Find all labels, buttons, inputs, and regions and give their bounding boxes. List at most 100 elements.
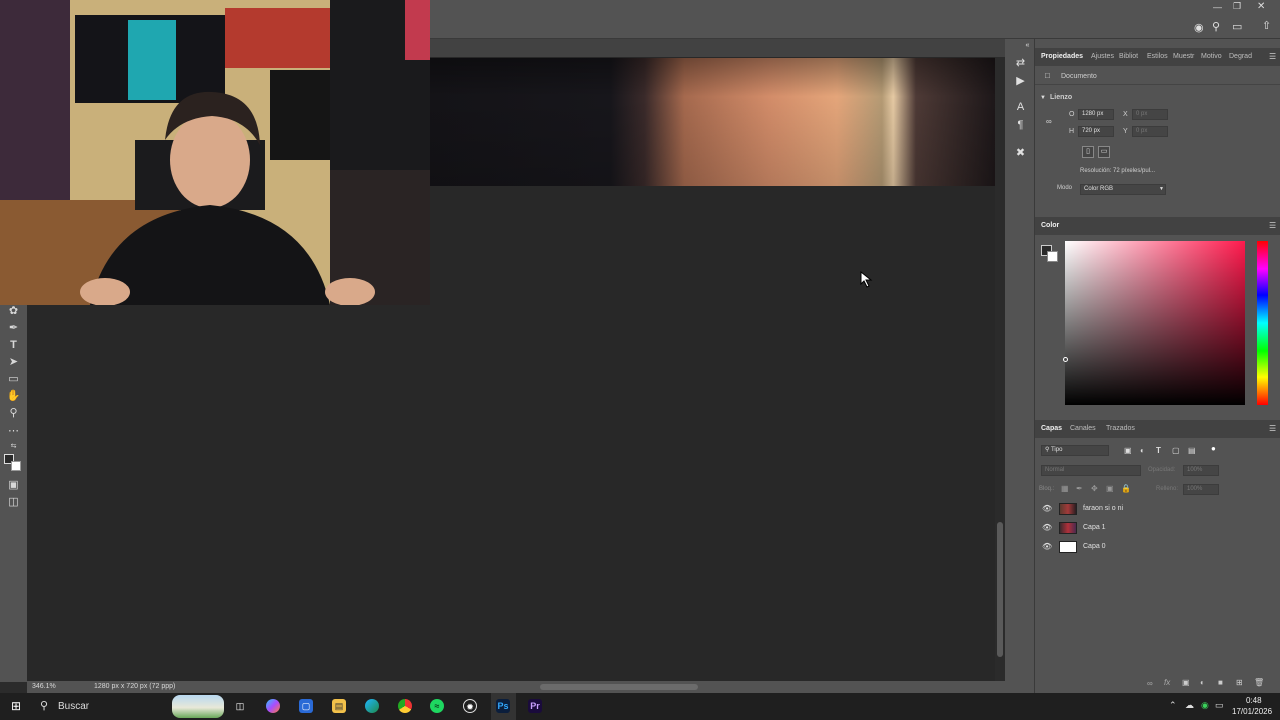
zoom-level[interactable]: 346.1% bbox=[32, 681, 56, 693]
filter-type-icon[interactable]: T bbox=[1156, 446, 1161, 455]
screen-mode-icon[interactable]: ◫ bbox=[6, 495, 21, 509]
add-mask-icon[interactable]: ▣ bbox=[1182, 678, 1190, 687]
tab-paths[interactable]: Trazados bbox=[1106, 420, 1135, 438]
x-field[interactable]: 0 px bbox=[1132, 109, 1168, 120]
copilot-icon[interactable] bbox=[266, 699, 280, 713]
photoshop-icon[interactable]: Ps bbox=[496, 699, 510, 713]
layer-style-icon[interactable]: fx bbox=[1164, 678, 1170, 687]
tab-styles[interactable]: Estilos bbox=[1147, 48, 1168, 66]
restore-icon[interactable]: ❐ bbox=[1233, 1, 1241, 12]
filter-shape-icon[interactable]: ▢ bbox=[1172, 446, 1180, 455]
visibility-eye-icon[interactable]: 👁 bbox=[1042, 500, 1052, 518]
premiere-icon[interactable]: Pr bbox=[528, 699, 542, 713]
taskbar-search-box[interactable]: Buscar bbox=[58, 701, 89, 712]
lock-transparent-icon[interactable]: ▦ bbox=[1061, 484, 1069, 493]
color-picker-marker[interactable] bbox=[1063, 357, 1068, 362]
tab-gradients[interactable]: Degrad bbox=[1229, 48, 1252, 66]
pen-tool-icon[interactable]: ✒ bbox=[6, 321, 21, 335]
healing-brush-icon[interactable]: ✿ bbox=[6, 304, 21, 318]
cloud-docs-icon[interactable]: ◉ bbox=[1194, 21, 1204, 34]
collapse-panels-icon[interactable]: « bbox=[1021, 39, 1034, 52]
character-icon[interactable]: A bbox=[1014, 101, 1027, 114]
share-icon[interactable]: ⇧ bbox=[1262, 19, 1271, 32]
lock-all-icon[interactable]: 🔒 bbox=[1121, 484, 1131, 493]
filter-adjustment-icon[interactable]: ◐ bbox=[1140, 446, 1145, 455]
width-field[interactable]: 1280 px bbox=[1078, 109, 1114, 120]
document-info[interactable]: 1280 px x 720 px (72 ppp) bbox=[94, 681, 175, 693]
color-field[interactable] bbox=[1065, 241, 1245, 405]
tab-layers[interactable]: Capas bbox=[1041, 420, 1062, 438]
tab-adjustments[interactable]: Ajustes bbox=[1091, 48, 1114, 66]
layer-row[interactable]: 👁 Capa 0 bbox=[1035, 538, 1268, 556]
link-layers-icon[interactable]: ∞ bbox=[1147, 679, 1153, 688]
lock-image-icon[interactable]: ✒ bbox=[1076, 484, 1083, 493]
more-tools-icon[interactable]: ⋯ bbox=[6, 424, 21, 438]
store-icon[interactable]: ▢ bbox=[299, 699, 313, 713]
layers-panel-menu-icon[interactable]: ☰ bbox=[1269, 424, 1276, 433]
rectangle-tool-icon[interactable]: ▭ bbox=[6, 372, 21, 386]
search-icon[interactable]: ⚲ bbox=[40, 699, 48, 712]
tab-patterns[interactable]: Motivo bbox=[1201, 48, 1222, 66]
history-icon[interactable]: ⇄ bbox=[1014, 57, 1027, 70]
opacity-field[interactable]: 100% bbox=[1183, 465, 1219, 476]
color-panel-menu-icon[interactable]: ☰ bbox=[1269, 221, 1276, 230]
fill-field[interactable]: 100% bbox=[1183, 484, 1219, 495]
chevron-down-icon[interactable]: ▼ bbox=[1159, 186, 1164, 192]
filter-pixel-icon[interactable]: ▣ bbox=[1124, 446, 1132, 455]
swap-colors-icon[interactable]: ⇆ bbox=[6, 440, 21, 454]
actions-play-icon[interactable]: ▶ bbox=[1014, 75, 1027, 88]
minimize-icon[interactable]: — bbox=[1213, 2, 1222, 12]
type-tool-icon[interactable]: T bbox=[6, 338, 21, 352]
show-hidden-icons-icon[interactable]: ⌃ bbox=[1169, 700, 1177, 711]
new-group-icon[interactable]: ■ bbox=[1218, 678, 1223, 687]
height-field[interactable]: 720 px bbox=[1078, 126, 1114, 137]
lock-artboard-icon[interactable]: ▣ bbox=[1106, 484, 1114, 493]
spotify-icon[interactable]: ≈ bbox=[430, 699, 444, 713]
tools-preset-icon[interactable]: ✖ bbox=[1014, 147, 1027, 160]
mode-select[interactable]: Color RGB bbox=[1080, 184, 1166, 195]
file-explorer-icon[interactable]: ▤ bbox=[332, 699, 346, 713]
blend-mode-select[interactable]: Normal bbox=[1041, 465, 1141, 476]
delete-layer-icon[interactable]: 🗑 bbox=[1254, 678, 1264, 687]
hue-slider[interactable] bbox=[1257, 241, 1268, 405]
horizontal-scroll-thumb[interactable] bbox=[540, 684, 698, 690]
clock-date[interactable]: 17/01/2026 bbox=[1232, 707, 1272, 716]
visibility-eye-icon[interactable]: 👁 bbox=[1042, 538, 1052, 556]
layer-name[interactable]: faraon si o ni bbox=[1083, 500, 1123, 518]
clock-time[interactable]: 0:48 bbox=[1246, 696, 1262, 705]
tab-properties[interactable]: Propiedades bbox=[1041, 48, 1083, 66]
display-tray-icon[interactable]: ▭ bbox=[1215, 700, 1224, 711]
background-color-swatch[interactable] bbox=[11, 461, 21, 471]
layer-row[interactable]: 👁 faraon si o ni bbox=[1035, 500, 1268, 518]
link-dimensions-icon[interactable]: ∞ bbox=[1046, 117, 1052, 126]
layer-name[interactable]: Capa 1 bbox=[1083, 519, 1106, 537]
layer-row[interactable]: 👁 Capa 1 bbox=[1035, 519, 1268, 537]
panel-menu-icon[interactable]: ☰ bbox=[1269, 52, 1276, 61]
edge-icon[interactable] bbox=[365, 699, 379, 713]
task-view-icon[interactable]: ◫ bbox=[233, 699, 247, 713]
chrome-icon[interactable] bbox=[398, 699, 412, 713]
paragraph-icon[interactable]: ¶ bbox=[1014, 119, 1027, 132]
tab-swatches[interactable]: Muestr bbox=[1173, 48, 1194, 66]
cloud-tray-icon[interactable]: ☁ bbox=[1185, 700, 1194, 711]
bg-color-swatch[interactable] bbox=[1047, 251, 1058, 262]
new-layer-icon[interactable]: ⊞ bbox=[1236, 678, 1243, 687]
vertical-scroll-thumb[interactable] bbox=[997, 522, 1003, 657]
tab-libraries[interactable]: Bibliot bbox=[1119, 48, 1138, 66]
close-icon[interactable]: ✕ bbox=[1257, 1, 1265, 12]
visibility-eye-icon[interactable]: 👁 bbox=[1042, 519, 1052, 537]
filter-toggle-icon[interactable]: ● bbox=[1211, 444, 1216, 453]
tab-channels[interactable]: Canales bbox=[1070, 420, 1096, 438]
zoom-tool-icon[interactable]: ⚲ bbox=[6, 406, 21, 420]
new-adjustment-icon[interactable]: ◐ bbox=[1200, 678, 1205, 687]
orientation-portrait-icon[interactable]: ▯ bbox=[1082, 146, 1094, 158]
gear-app-icon[interactable]: ✹ bbox=[463, 699, 477, 713]
y-field[interactable]: 0 px bbox=[1132, 126, 1168, 137]
network-tray-icon[interactable]: ◉ bbox=[1201, 700, 1209, 711]
tab-color[interactable]: Color bbox=[1041, 217, 1059, 235]
lock-position-icon[interactable]: ✥ bbox=[1091, 484, 1098, 493]
windows-start-icon[interactable]: ⊞ bbox=[9, 699, 23, 713]
hand-tool-icon[interactable]: ✋ bbox=[6, 389, 21, 403]
section-collapse-icon[interactable]: ▼ bbox=[1040, 95, 1046, 101]
layer-name[interactable]: Capa 0 bbox=[1083, 538, 1106, 556]
